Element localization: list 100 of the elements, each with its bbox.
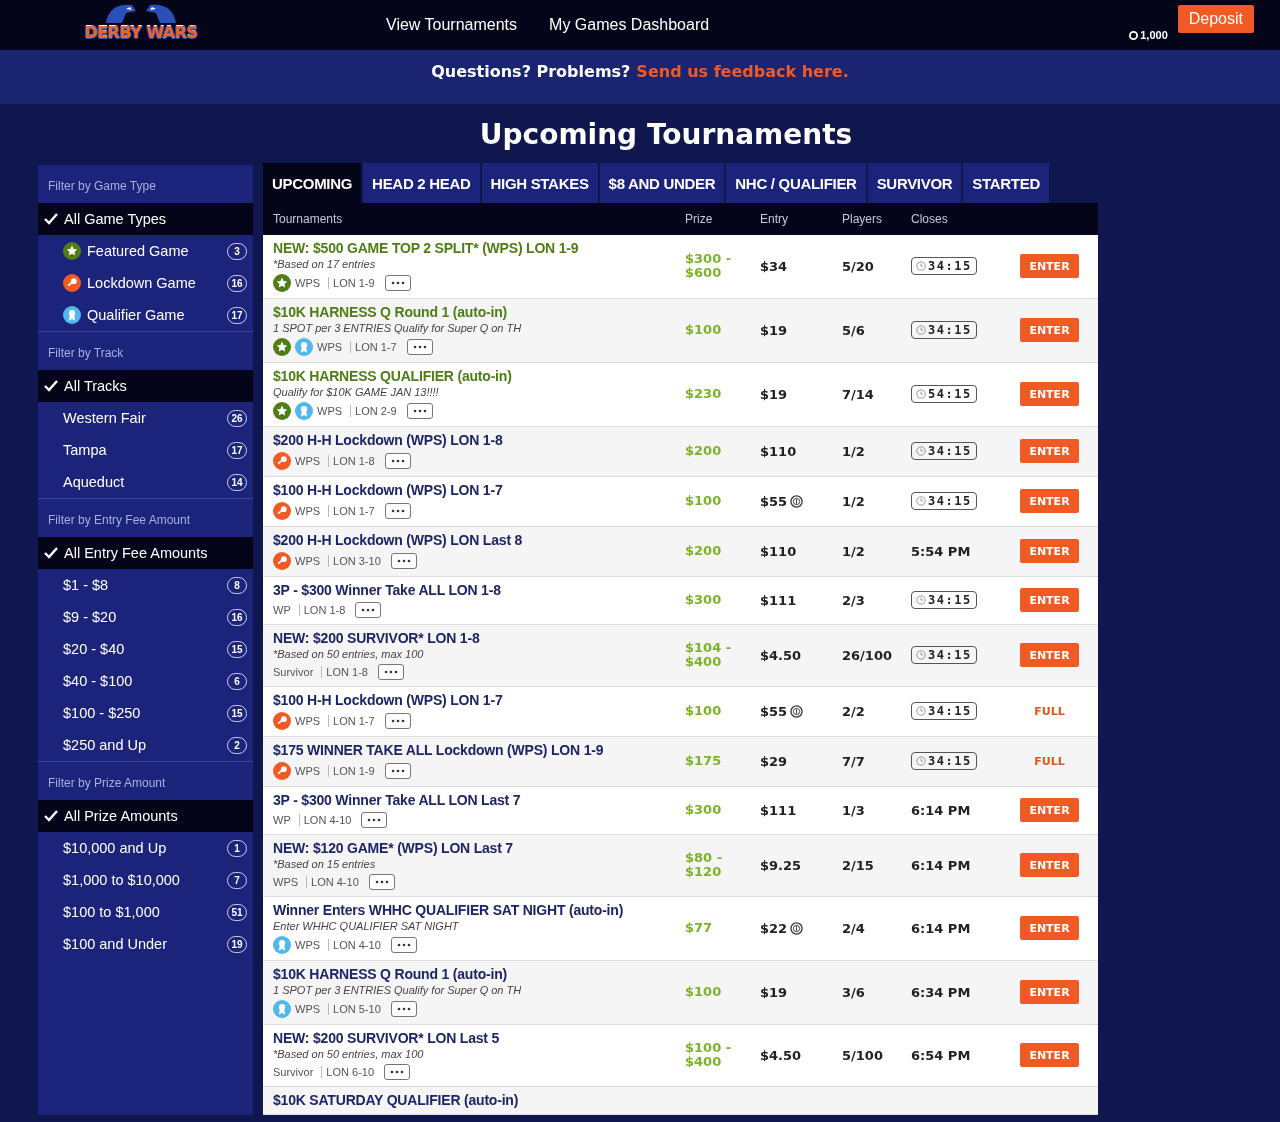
countdown-timer: 34:15 <box>911 591 977 609</box>
tournament-title[interactable]: NEW: $200 SURVIVOR* LON Last 5 <box>273 1030 500 1046</box>
more-button[interactable] <box>384 453 411 469</box>
filter-item[interactable]: $20 - $40 15 <box>38 633 253 665</box>
filter-item[interactable]: $1 - $8 8 <box>38 569 253 601</box>
tournament-title[interactable]: $10K SATURDAY QUALIFIER (auto-in) <box>273 1092 519 1108</box>
full-label: FULL <box>1034 704 1065 718</box>
prize-value: $100 <box>685 323 723 337</box>
filter-item[interactable]: Featured Game 3 <box>38 235 253 267</box>
tournament-note: 1 SPOT per 3 ENTRIES Qualify for Super Q on TH <box>273 322 523 334</box>
logo-text[interactable]: DERBY WARS <box>84 23 198 43</box>
entry-fee: $55 <box>760 703 788 719</box>
coin-icon <box>1129 30 1139 40</box>
clock-icon <box>916 325 926 335</box>
filter-item[interactable]: $100 to $1,000 51 <box>38 896 253 928</box>
key-icon <box>273 712 291 730</box>
filter-item[interactable]: Qualifier Game 17 <box>38 299 253 331</box>
tab[interactable]: HEAD 2 HEAD <box>363 163 480 203</box>
tournament-title[interactable]: $200 H-H Lockdown (WPS) LON 1-8 <box>273 432 503 448</box>
tournament-tag: Survivor <box>273 1066 318 1078</box>
filter-item[interactable]: $1,000 to $10,000 7 <box>38 864 253 896</box>
tab[interactable]: UPCOMING <box>263 163 362 203</box>
tab[interactable]: SURVIVOR <box>867 163 962 203</box>
filter-item[interactable]: All Entry Fee Amounts <box>38 537 253 569</box>
dots-icon <box>390 769 405 773</box>
tournament-title[interactable]: $10K HARNESS Q Round 1 (auto-in) <box>273 304 507 320</box>
filter-item[interactable]: Lockdown Game 16 <box>38 267 253 299</box>
more-button[interactable] <box>384 503 411 519</box>
countdown-timer: 34:15 <box>911 442 977 460</box>
dots-icon <box>412 345 427 349</box>
tournament-tag: LON 4-10 <box>306 876 363 888</box>
tournament-title[interactable]: Winner Enters WHHC QUALIFIER SAT NIGHT (auto-in) <box>273 902 624 918</box>
filter-item[interactable]: $10,000 and Up 1 <box>38 832 253 864</box>
more-button[interactable] <box>406 339 433 355</box>
tournament-title[interactable]: $175 WINNER TAKE ALL Lockdown (WPS) LON 1-9 <box>273 742 604 758</box>
filter-item[interactable]: $40 - $100 6 <box>38 665 253 697</box>
clock-icon <box>916 261 926 271</box>
filter-heading: Filter by Game Type <box>47 178 157 195</box>
more-button[interactable] <box>390 937 417 953</box>
filter-item[interactable]: All Prize Amounts <box>38 800 253 832</box>
filter-item[interactable]: Western Fair 26 <box>38 402 253 434</box>
tournament-tag: WP <box>273 814 295 826</box>
more-button[interactable] <box>390 1001 417 1017</box>
tab[interactable]: NHC / QUALIFIER <box>726 163 866 203</box>
close-time: 6:14 PM <box>911 858 971 873</box>
tab[interactable]: STARTED <box>963 163 1049 203</box>
tournament-note: *Based on 50 entries, max 100 <box>273 648 425 660</box>
tournament-title[interactable]: $10K HARNESS QUALIFIER (auto-in) <box>273 368 512 384</box>
tournament-note: *Based on 50 entries, max 100 <box>273 1048 425 1060</box>
prize-value: $104 - $400 <box>685 641 733 669</box>
dots-icon <box>396 559 411 563</box>
tournament-tag: WPS <box>295 715 325 727</box>
tab[interactable]: $8 AND UNDER <box>599 163 725 203</box>
filter-item[interactable]: $100 - $250 15 <box>38 697 253 729</box>
ribbon-icon <box>295 402 313 420</box>
filter-item[interactable]: Aqueduct 14 <box>38 466 253 498</box>
filter-item[interactable]: $100 and Under 19 <box>38 928 253 960</box>
filter-item[interactable]: Tampa 17 <box>38 434 253 466</box>
filter-item[interactable]: $250 and Up 2 <box>38 729 253 761</box>
more-button[interactable] <box>384 763 411 779</box>
filter-item[interactable]: All Game Types <box>38 203 253 235</box>
filter-item[interactable]: $9 - $20 16 <box>38 601 253 633</box>
column-header: Tournaments <box>273 212 344 226</box>
more-button[interactable] <box>361 812 388 828</box>
prize-value: $100 <box>685 494 723 508</box>
clock-icon <box>916 496 926 506</box>
tournament-tag: LON 6-10 <box>321 1066 379 1078</box>
tab[interactable]: HIGH STAKES <box>481 163 598 203</box>
tournament-title[interactable]: 3P - $300 Winner Take ALL LON 1-8 <box>273 582 501 598</box>
tournament-tag: LON 1-9 <box>328 277 379 289</box>
tournament-title[interactable]: NEW: $500 GAME TOP 2 SPLIT* (WPS) LON 1-9 <box>273 240 579 256</box>
tournament-title[interactable]: $200 H-H Lockdown (WPS) LON Last 8 <box>273 532 523 548</box>
tournament-tag: LON 1-8 <box>321 666 372 678</box>
nav-link[interactable]: View Tournaments <box>386 16 518 34</box>
more-button[interactable] <box>384 713 411 729</box>
nav-link[interactable]: My Games Dashboard <box>549 16 710 34</box>
more-button[interactable] <box>377 664 404 680</box>
entry-fee: $9.25 <box>760 857 802 873</box>
tournament-title[interactable]: 3P - $300 Winner Take ALL LON Last 7 <box>273 792 521 808</box>
tournament-title[interactable]: $10K HARNESS Q Round 1 (auto-in) <box>273 966 507 982</box>
tournament-title[interactable]: $100 H-H Lockdown (WPS) LON 1-7 <box>273 692 503 708</box>
more-button[interactable] <box>384 275 411 291</box>
more-button[interactable] <box>355 602 382 618</box>
player-count: 7/7 <box>842 754 865 769</box>
tournament-title[interactable]: NEW: $120 GAME* (WPS) LON Last 7 <box>273 840 513 856</box>
more-button[interactable] <box>390 553 417 569</box>
player-count: 5/20 <box>842 259 874 274</box>
feedback-link[interactable]: Send us feedback here. <box>636 61 849 81</box>
banner-question: Questions? Problems? <box>431 61 631 81</box>
countdown-timer: 34:15 <box>911 702 977 720</box>
tournament-note: 1 SPOT per 3 ENTRIES Qualify for Super Q on TH <box>273 984 523 996</box>
filter-item[interactable]: All Tracks <box>38 370 253 402</box>
more-button[interactable] <box>368 874 395 890</box>
close-time: 6:14 PM <box>911 921 971 936</box>
prize-value: $300 <box>685 593 723 607</box>
tournament-title[interactable]: $100 H-H Lockdown (WPS) LON 1-7 <box>273 482 503 498</box>
more-button[interactable] <box>384 1064 411 1080</box>
prize-value: $100 <box>685 704 723 718</box>
tournament-title[interactable]: NEW: $200 SURVIVOR* LON 1-8 <box>273 630 480 646</box>
more-button[interactable] <box>406 403 433 419</box>
